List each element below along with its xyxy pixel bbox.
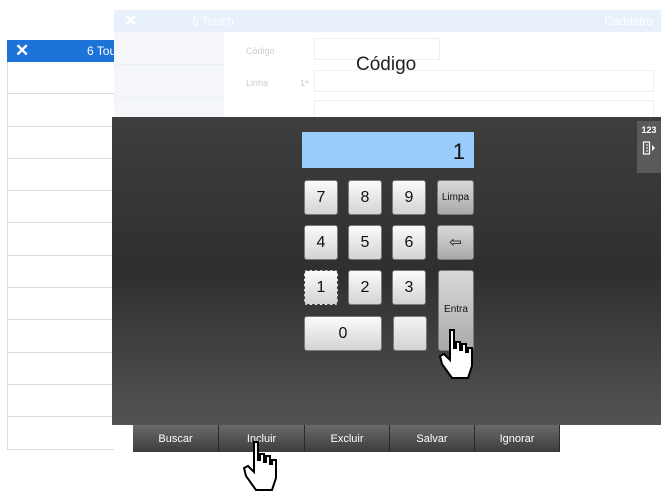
key-2[interactable]: 2 [348, 270, 382, 305]
sidebar-row [114, 65, 224, 98]
action-toolbar: Buscar Incluir Excluir Salvar Ignorar [133, 425, 560, 452]
codigo-label: Código [246, 46, 275, 56]
list-item[interactable] [7, 417, 114, 450]
cadastro-titlebar: ✕ 6 Touch Cadastro [114, 10, 661, 32]
clear-button[interactable]: Limpa [437, 180, 474, 215]
prompt-label: Código [356, 54, 417, 75]
list-item[interactable] [7, 255, 114, 289]
list-item[interactable] [7, 384, 114, 418]
list-item[interactable] [7, 191, 114, 224]
cadastro-sidebar [114, 32, 224, 118]
key-1[interactable]: 1 [304, 270, 338, 305]
cadastro-window-title: 6 Touch [192, 14, 234, 28]
list-item[interactable] [7, 223, 114, 256]
key-4[interactable]: 4 [304, 225, 338, 260]
linha-label: Linha [246, 78, 269, 88]
numeric-keypad-overlay: 1 7 8 9 Limpa 4 5 6 ⇦ 1 2 3 Entra 0 123 [112, 117, 661, 425]
exit-door-icon [642, 141, 655, 155]
numeric-mode-label: 123 [641, 125, 657, 135]
buscar-button[interactable]: Buscar [133, 425, 219, 452]
key-8[interactable]: 8 [348, 180, 382, 215]
text-field[interactable] [314, 100, 654, 118]
hand-pointer-icon [242, 441, 277, 491]
keypad-mode-tab[interactable]: 123 [637, 121, 661, 173]
hand-pointer-icon [438, 329, 473, 379]
key-9[interactable]: 9 [392, 180, 426, 215]
keypad-display: 1 [302, 132, 474, 168]
list-item[interactable] [7, 158, 114, 192]
list-item[interactable] [7, 94, 114, 127]
blank-key[interactable] [393, 316, 427, 351]
key-7[interactable]: 7 [304, 180, 338, 215]
close-icon[interactable]: ✕ [124, 11, 137, 31]
list-item[interactable] [7, 126, 114, 159]
ignorar-button[interactable]: Ignorar [475, 425, 560, 452]
back-window: ✕ 6 Touch [7, 40, 129, 460]
cadastro-header-label: Cadastro [604, 14, 653, 28]
sidebar-row [114, 32, 224, 65]
list-item[interactable] [7, 320, 114, 353]
linha-suffix: 1ª [300, 78, 309, 88]
key-3[interactable]: 3 [392, 270, 426, 305]
list-item[interactable] [7, 62, 114, 95]
key-0[interactable]: 0 [304, 316, 382, 351]
key-5[interactable]: 5 [348, 225, 382, 260]
excluir-button[interactable]: Excluir [305, 425, 390, 452]
salvar-button[interactable]: Salvar [390, 425, 475, 452]
key-6[interactable]: 6 [392, 225, 426, 260]
close-icon[interactable]: ✕ [15, 41, 29, 61]
list-item[interactable] [7, 352, 114, 385]
backspace-button[interactable]: ⇦ [437, 225, 474, 260]
back-window-titlebar: ✕ 6 Touch [7, 40, 129, 62]
back-window-list [7, 62, 114, 450]
list-item[interactable] [7, 288, 114, 321]
